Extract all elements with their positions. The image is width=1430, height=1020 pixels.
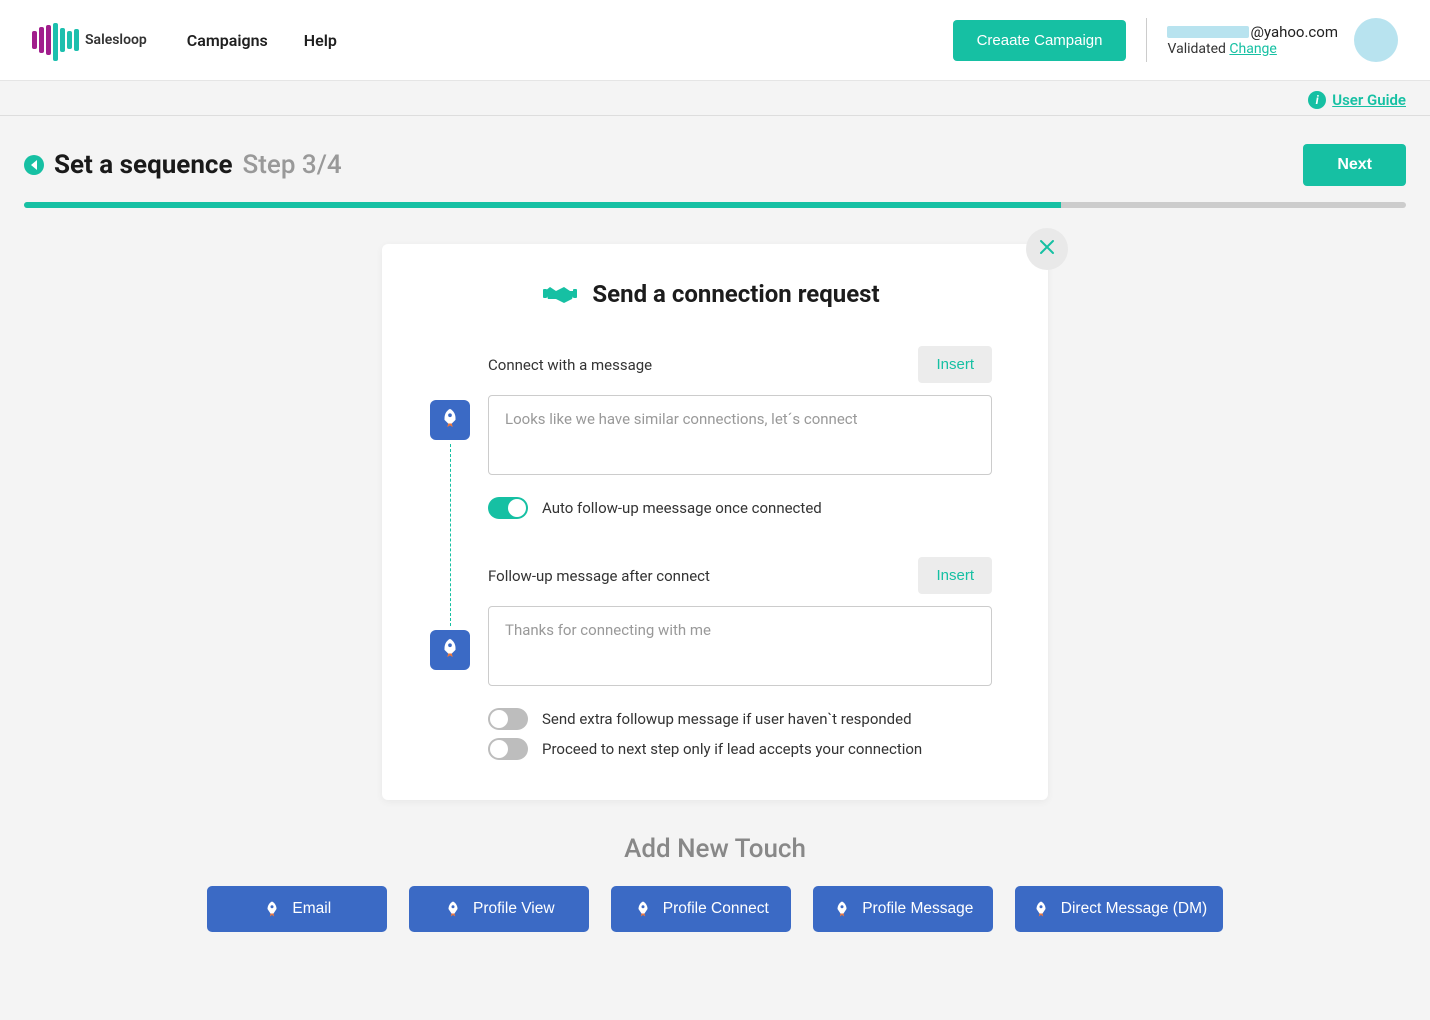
proceed-toggle[interactable] — [488, 738, 528, 760]
touch-btn-label: Profile View — [473, 900, 555, 918]
extra-followup-toggle-row: Send extra followup message if user have… — [488, 708, 992, 730]
followup-message-input[interactable] — [488, 606, 992, 686]
back-arrow-icon — [31, 160, 37, 170]
connector-line — [450, 444, 451, 626]
next-button[interactable]: Next — [1303, 144, 1406, 186]
step-node-2 — [430, 630, 470, 670]
rocket-icon — [443, 899, 463, 919]
user-block: @yahoo.com Validated Change — [1167, 23, 1338, 57]
step-node-1 — [430, 400, 470, 440]
auto-followup-label: Auto follow-up meessage once connected — [542, 499, 822, 517]
touch-profile-message-button[interactable]: Profile Message — [813, 886, 993, 932]
rocket-icon — [633, 899, 653, 919]
touch-email-button[interactable]: Email — [207, 886, 387, 932]
touch-profile-connect-button[interactable]: Profile Connect — [611, 886, 791, 932]
subheader: i User Guide — [0, 81, 1430, 116]
left-rail — [430, 340, 470, 760]
close-card-button[interactable] — [1026, 228, 1068, 270]
card-header: Send a connection request — [430, 280, 992, 308]
rocket-icon — [1031, 899, 1051, 919]
touch-btn-label: Direct Message (DM) — [1061, 900, 1207, 918]
header: Salesloop Campaigns Help Creaate Campaig… — [0, 0, 1430, 81]
page-title: Set a sequence — [54, 150, 233, 180]
logo-bars-icon — [32, 21, 79, 59]
validated-row: Validated Change — [1167, 41, 1276, 57]
auto-followup-toggle[interactable] — [488, 497, 528, 519]
logo[interactable]: Salesloop — [32, 21, 147, 59]
close-icon — [1037, 235, 1057, 263]
card-title: Send a connection request — [592, 280, 879, 308]
followup-label: Follow-up message after connect — [488, 567, 710, 585]
connect-label: Connect with a message — [488, 356, 652, 374]
add-touch-section: Add New Touch Email Profile View Profile… — [0, 834, 1430, 932]
auto-followup-toggle-row: Auto follow-up meessage once connected — [488, 497, 992, 519]
rocket-icon — [832, 899, 852, 919]
divider — [1146, 18, 1147, 62]
user-guide-link[interactable]: User Guide — [1332, 91, 1406, 109]
extra-followup-toggle[interactable] — [488, 708, 528, 730]
card-content: Connect with a message Insert Auto follo… — [430, 340, 992, 760]
nav-campaigns[interactable]: Campaigns — [187, 31, 268, 50]
touch-btn-label: Profile Message — [862, 900, 973, 918]
change-link[interactable]: Change — [1229, 41, 1276, 57]
add-touch-title: Add New Touch — [0, 834, 1430, 864]
insert-connect-button[interactable]: Insert — [918, 346, 992, 383]
nav-help[interactable]: Help — [304, 31, 337, 50]
user-guide: i User Guide — [1308, 91, 1406, 109]
insert-followup-button[interactable]: Insert — [918, 557, 992, 594]
connect-message-input[interactable] — [488, 395, 992, 475]
proceed-toggle-row: Proceed to next step only if lead accept… — [488, 738, 992, 760]
create-campaign-button[interactable]: Creaate Campaign — [953, 20, 1127, 61]
rocket-icon — [439, 407, 461, 433]
user-email: @yahoo.com — [1167, 23, 1338, 41]
handshake-icon — [542, 282, 578, 306]
step-indicator: Step 3/4 — [243, 150, 342, 180]
email-redacted — [1167, 26, 1249, 38]
touch-direct-message-button[interactable]: Direct Message (DM) — [1015, 886, 1223, 932]
rocket-icon — [439, 637, 461, 663]
avatar[interactable] — [1354, 18, 1398, 62]
form-content: Connect with a message Insert Auto follo… — [488, 340, 992, 760]
followup-label-row: Follow-up message after connect Insert — [488, 551, 992, 594]
brand-name: Salesloop — [85, 32, 147, 48]
info-icon: i — [1308, 91, 1326, 109]
titlebar: Set a sequence Step 3/4 Next — [0, 116, 1430, 202]
main-area: Send a connection request — [0, 208, 1430, 932]
back-button[interactable] — [24, 155, 44, 175]
proceed-label: Proceed to next step only if lead accept… — [542, 740, 922, 758]
extra-followup-label: Send extra followup message if user have… — [542, 710, 912, 728]
main-nav: Campaigns Help — [187, 31, 337, 50]
rocket-icon — [262, 899, 282, 919]
touch-profile-view-button[interactable]: Profile View — [409, 886, 589, 932]
sequence-card: Send a connection request — [382, 244, 1048, 800]
email-suffix: @yahoo.com — [1250, 23, 1338, 41]
connect-label-row: Connect with a message Insert — [488, 340, 992, 383]
validated-label: Validated — [1167, 41, 1229, 57]
touch-btn-label: Profile Connect — [663, 900, 769, 918]
touch-btn-label: Email — [292, 900, 331, 918]
touch-buttons: Email Profile View Profile Connect Profi… — [0, 886, 1430, 932]
